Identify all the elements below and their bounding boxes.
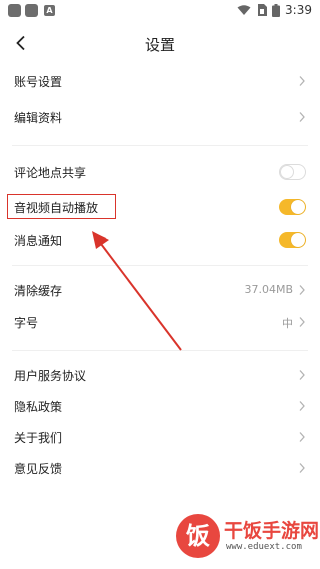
watermark-logo: 饭 干饭手游网 www.eduext.com [176,512,320,564]
font-size-label: 字号 [14,316,39,330]
about-us-label: 关于我们 [14,431,63,445]
feedback-row[interactable]: 意见反馈 [0,453,320,483]
toggle-knob [280,165,294,179]
account-settings-label: 账号设置 [14,75,63,89]
sim-icon [258,4,268,16]
feedback-label: 意见反馈 [14,462,63,476]
chevron-right-icon [299,112,305,122]
status-bar-left: A [8,4,55,17]
status-bar: A 3:39 [0,0,320,24]
cache-size-value: 37.04MB [244,283,293,296]
edit-profile-row[interactable]: 编辑资料 [0,102,320,132]
header: 设置 [0,24,320,64]
status-bar-right: 3:39 [237,3,312,17]
toggle-knob [291,200,305,214]
chevron-right-icon [299,285,305,295]
app-icon [25,4,38,17]
video-autoplay-toggle[interactable] [279,199,306,215]
chevron-right-icon [299,76,305,86]
chevron-right-icon [299,370,305,380]
account-settings-row[interactable]: 账号设置 [0,66,320,96]
privacy-policy-row[interactable]: 隐私政策 [0,391,320,421]
watermark-title: 干饭手游网 [224,520,320,542]
user-agreement-label: 用户服务协议 [14,369,87,383]
notifications-label: 消息通知 [14,234,63,248]
watermark-badge: 饭 [176,514,220,558]
section-divider [12,350,308,351]
notifications-toggle[interactable] [279,232,306,248]
chevron-right-icon [299,463,305,473]
edit-profile-label: 编辑资料 [14,111,63,125]
toggle-knob [291,233,305,247]
app-icon [8,4,21,17]
watermark-url: www.eduext.com [226,542,302,552]
a-icon: A [44,5,55,16]
section-divider [12,145,308,146]
about-us-row[interactable]: 关于我们 [0,422,320,452]
comment-location-toggle[interactable] [279,164,306,180]
user-agreement-row[interactable]: 用户服务协议 [0,360,320,390]
chevron-right-icon [299,317,305,327]
chevron-right-icon [299,401,305,411]
annotation-highlight-box [7,194,116,219]
notifications-row: 消息通知 [0,225,320,255]
status-time: 3:39 [285,3,312,17]
font-size-row[interactable]: 字号 中 [0,307,320,337]
font-size-value: 中 [282,317,293,330]
comment-location-row: 评论地点共享 [0,157,320,187]
settings-screen: A 3:39 设置 账号设置 编辑资料 评论地点共享 音视频自动播放 消息通知 … [0,0,320,569]
comment-location-label: 评论地点共享 [14,166,87,180]
page-title: 设置 [144,36,175,54]
chevron-right-icon [299,432,305,442]
wifi-icon [237,4,251,15]
clear-cache-label: 清除缓存 [14,284,63,298]
section-divider [12,265,308,266]
battery-icon [272,3,281,17]
privacy-policy-label: 隐私政策 [14,400,63,414]
clear-cache-row[interactable]: 清除缓存 37.04MB [0,275,320,305]
